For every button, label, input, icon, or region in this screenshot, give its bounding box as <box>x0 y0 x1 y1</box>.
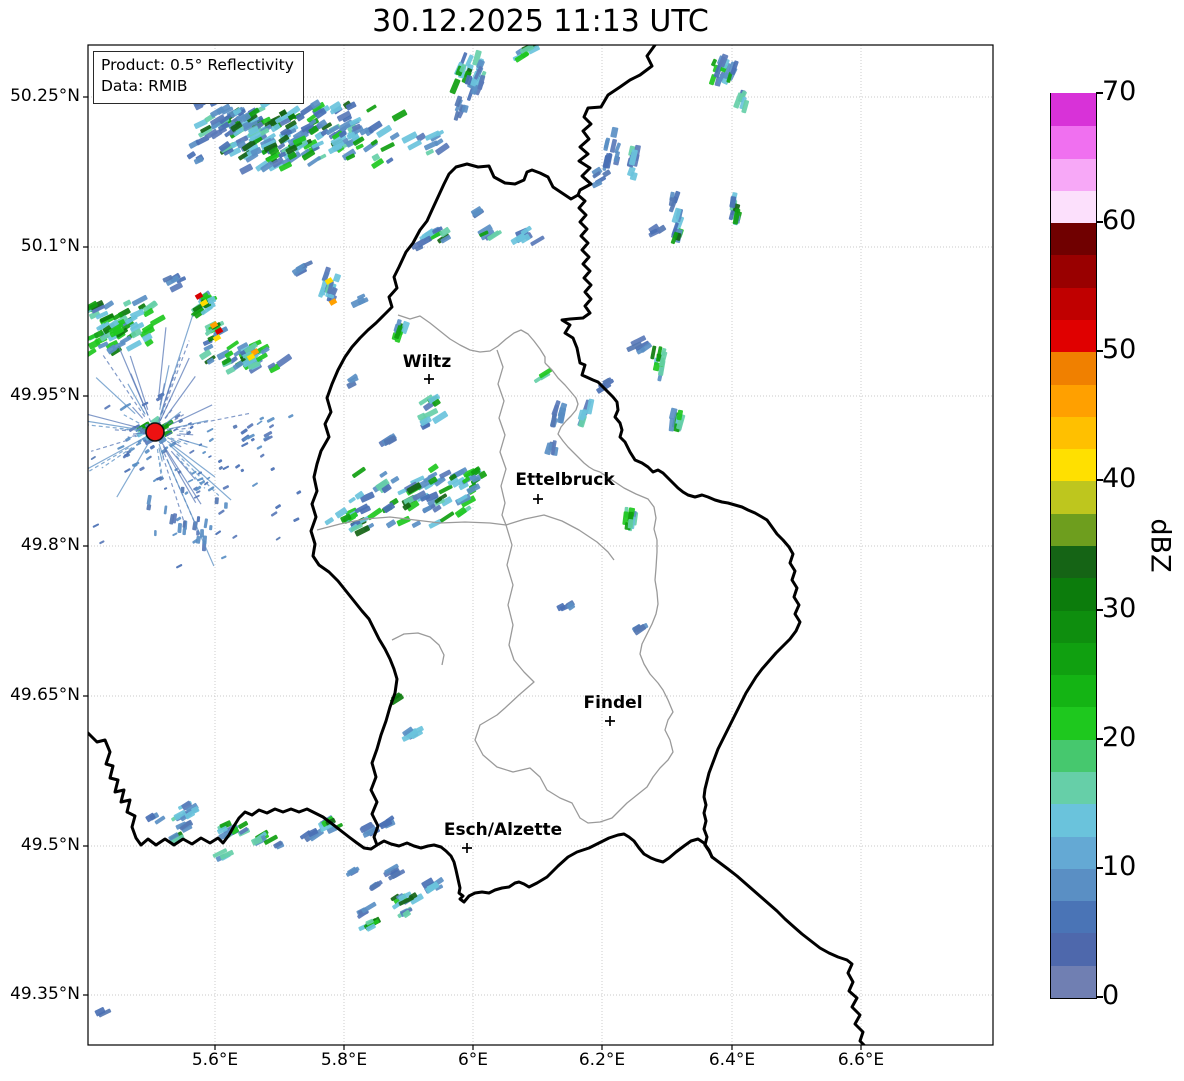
radar-screenshot: 30.12.2025 11:13 UTC Wiltz Ettelbruck Find… <box>0 0 1184 1081</box>
colorbar-segment <box>1051 577 1096 611</box>
city-marker <box>424 374 434 384</box>
colorbar-segment <box>1051 222 1096 256</box>
data-source-line: Data: RMIB <box>101 77 188 96</box>
colorbar-segment <box>1051 674 1096 708</box>
colorbar-segment <box>1051 319 1096 353</box>
city-marker <box>462 843 472 853</box>
lat-tick-label: 49.35°N <box>10 984 80 1004</box>
colorbar-segment <box>1051 868 1096 902</box>
colorbar-unit-label: dBZ <box>1144 518 1176 573</box>
colorbar-segment <box>1051 803 1096 837</box>
colorbar-tick-label: 10 <box>1102 850 1137 882</box>
product-info-box: Product: 0.5° Reflectivity Data: RMIB <box>93 51 304 104</box>
colorbar-tick-label: 60 <box>1102 205 1137 237</box>
lon-tick-label: 6.2°E <box>578 1050 626 1070</box>
colorbar-tick-label: 0 <box>1102 980 1120 1011</box>
lat-tick-label: 49.65°N <box>10 685 80 705</box>
city-label: Wiltz <box>403 352 452 372</box>
product-line: Product: 0.5° Reflectivity <box>101 56 294 74</box>
colorbar-segment <box>1051 609 1096 643</box>
colorbar-segment <box>1051 416 1096 450</box>
grid-lines <box>88 45 993 1045</box>
colorbar-segment <box>1051 351 1096 385</box>
colorbar-tick-label: 40 <box>1102 463 1137 495</box>
city-label: Ettelbruck <box>515 470 615 490</box>
colorbar-segment <box>1051 480 1096 514</box>
colorbar-segment <box>1051 254 1096 288</box>
radar-site-marker <box>145 422 165 442</box>
lon-tick-label: 5.6°E <box>191 1050 239 1070</box>
colorbar-segment <box>1051 513 1096 546</box>
colorbar-segment <box>1051 383 1096 417</box>
colorbar-segment <box>1051 190 1096 224</box>
lon-tick-label: 6.6°E <box>837 1050 885 1070</box>
colorbar-segment <box>1051 93 1096 127</box>
plot-frame <box>87 44 994 1046</box>
lat-tick-label: 50.25°N <box>10 86 80 106</box>
lat-tick-label: 50.1°N <box>20 236 80 256</box>
colorbar-segment <box>1051 835 1096 869</box>
map-plot-area <box>88 45 993 1045</box>
lat-tick-label: 49.95°N <box>10 385 80 405</box>
colorbar-segment <box>1051 545 1096 579</box>
axis-tick-marks <box>83 96 862 1050</box>
district-borders <box>316 314 674 824</box>
colorbar-segment <box>1051 739 1096 772</box>
colorbar-segment <box>1051 287 1096 320</box>
colorbar-segment <box>1051 157 1096 191</box>
colorbar-tick-label: 30 <box>1102 592 1137 624</box>
lon-tick-label: 5.8°E <box>320 1050 368 1070</box>
colorbar-segment <box>1051 642 1096 676</box>
colorbar-segment <box>1051 448 1096 482</box>
colorbar-segment <box>1051 706 1096 740</box>
lon-tick-label: 6°E <box>457 1050 489 1070</box>
lat-tick-label: 49.8°N <box>20 535 80 555</box>
city-marker <box>605 716 615 726</box>
colorbar-segment <box>1051 932 1096 966</box>
colorbar-tick-label: 50 <box>1102 334 1137 366</box>
lat-tick-label: 49.5°N <box>20 835 80 855</box>
colorbar-tick-label: 70 <box>1102 76 1137 107</box>
colorbar-segment <box>1051 125 1096 159</box>
radar-echoes <box>88 45 750 1018</box>
colorbar-segment <box>1051 900 1096 934</box>
city-label: Findel <box>583 693 642 713</box>
lon-tick-label: 6.4°E <box>708 1050 756 1070</box>
city-label: Esch/Alzette <box>444 820 562 840</box>
colorbar-segment <box>1051 771 1096 805</box>
radar-map: Wiltz Ettelbruck Findel Esch/Alzette <box>83 44 994 1050</box>
colorbar-segment <box>1051 965 1096 998</box>
city-labels: Wiltz Ettelbruck Findel Esch/Alzette <box>403 352 643 853</box>
reflectivity-colorbar <box>1050 93 1097 999</box>
city-marker <box>533 494 543 504</box>
colorbar-tick-label: 20 <box>1102 721 1137 753</box>
